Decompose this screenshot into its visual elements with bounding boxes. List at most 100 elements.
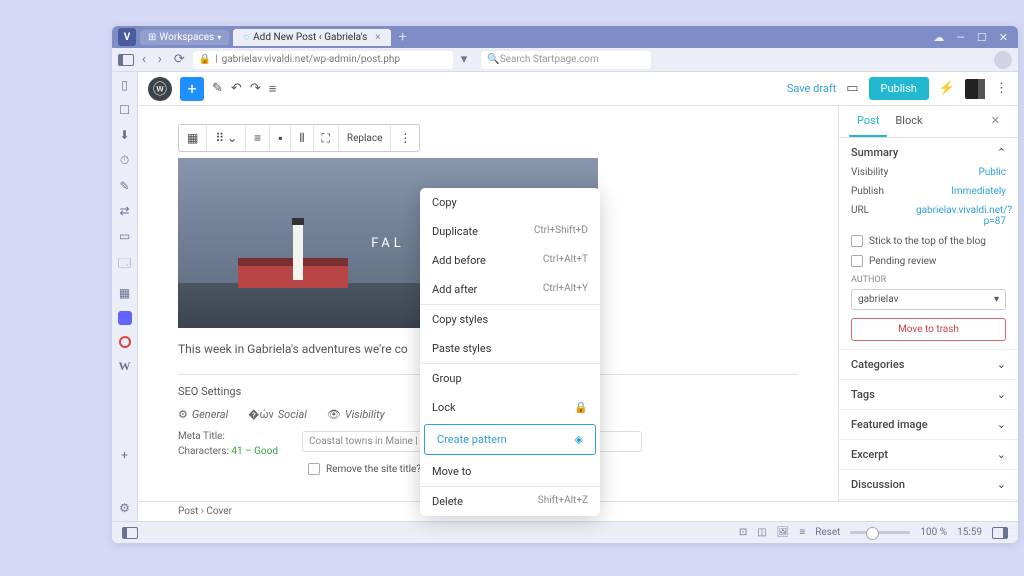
undo-icon[interactable]: ↶	[231, 81, 242, 96]
ctx-move-to[interactable]: Move to	[420, 457, 600, 486]
close-button[interactable]: ✕	[999, 31, 1008, 44]
translate-icon[interactable]: ⇄	[119, 204, 129, 218]
reading-list-icon[interactable]: ☐	[119, 103, 130, 117]
vivaldi-social-icon[interactable]	[119, 336, 131, 348]
ctx-duplicate[interactable]: DuplicateCtrl+Shift+D	[420, 217, 600, 246]
url-value[interactable]: gabrielav.vivaldi.net/?p=87	[916, 205, 1006, 227]
back-button[interactable]: ‹	[138, 52, 150, 67]
window-icon[interactable]: ▭	[119, 229, 130, 243]
ctx-copy[interactable]: Copy	[420, 188, 600, 217]
ctx-create-pattern[interactable]: Create pattern◈	[424, 424, 596, 455]
address-bar: ‹ › ⟳ 🔒|gabrielav.vivaldi.net/wp-admin/p…	[112, 48, 1018, 72]
ctx-add-after[interactable]: Add afterCtrl+Alt+Y	[420, 275, 600, 304]
history-icon[interactable]: ⏱	[120, 153, 129, 168]
seo-tab-social[interactable]: �ών Social	[248, 408, 307, 421]
discussion-section[interactable]: Discussion	[851, 478, 905, 491]
stick-checkbox[interactable]: Stick to the top of the blog	[869, 236, 986, 247]
mastodon-icon[interactable]	[118, 311, 132, 325]
summary-heading[interactable]: Summary	[851, 146, 898, 159]
align-icon[interactable]: ≡	[246, 125, 270, 151]
block-toolbar: ▦ ⠿ ⌄ ≡ ▪ ⫴ ⛶ Replace ⋮	[178, 124, 420, 152]
forward-button[interactable]: ›	[154, 52, 166, 67]
excerpt-section[interactable]: Excerpt	[851, 448, 888, 461]
ctx-group[interactable]: Group	[420, 363, 600, 393]
move-to-trash-button[interactable]: Move to trash	[851, 318, 1006, 341]
chevron-down-icon[interactable]: ⌄	[997, 388, 1006, 401]
publish-button[interactable]: Publish	[869, 77, 929, 100]
images-toggle-icon[interactable]: 🖼	[777, 527, 790, 538]
lock-icon: 🔒	[574, 401, 588, 414]
chevron-down-icon[interactable]: ⌄	[997, 448, 1006, 461]
visibility-value[interactable]: Public	[978, 167, 1006, 178]
jetpack-icon[interactable]: ⚡	[939, 81, 955, 96]
profile-avatar[interactable]	[994, 51, 1012, 69]
ctx-add-before[interactable]: Add beforeCtrl+Alt+T	[420, 246, 600, 275]
author-select[interactable]: gabrielav▾	[851, 289, 1006, 310]
edit-icon[interactable]: ✎	[212, 81, 223, 96]
outline-icon[interactable]: ≡	[269, 81, 277, 97]
zoom-slider[interactable]	[850, 531, 910, 534]
fullscreen-icon[interactable]: ⛶	[314, 125, 339, 151]
cloud-icon[interactable]: ☁	[933, 31, 944, 44]
categories-section[interactable]: Categories	[851, 358, 904, 371]
redo-icon[interactable]: ↷	[250, 81, 261, 96]
chevron-down-icon[interactable]: ⌄	[997, 478, 1006, 491]
close-sidebar-icon[interactable]: ✕	[983, 106, 1008, 137]
calendar-icon[interactable]: ▦	[119, 286, 130, 300]
downloads-icon[interactable]: ⬇	[119, 128, 129, 142]
publish-value[interactable]: Immediately	[951, 186, 1006, 197]
featured-image-section[interactable]: Featured image	[851, 418, 928, 431]
fullheight-icon[interactable]: ⫴	[291, 125, 313, 151]
minimize-button[interactable]: —	[956, 31, 965, 44]
reload-button[interactable]: ⟳	[170, 52, 189, 67]
options-icon[interactable]: ⋮	[995, 81, 1008, 96]
ctx-delete[interactable]: DeleteShift+Alt+Z	[420, 486, 600, 516]
breadcrumb-post[interactable]: Post	[178, 506, 198, 517]
ctx-lock[interactable]: Lock🔒	[420, 393, 600, 422]
pending-checkbox[interactable]: Pending review	[869, 256, 936, 267]
tab-post[interactable]: Post	[849, 106, 887, 137]
chevron-down-icon[interactable]: ⌄	[997, 358, 1006, 371]
drag-handle-icon[interactable]: ⠿ ⌄	[207, 125, 246, 151]
remove-site-title-checkbox[interactable]: Remove the site title? [?]	[326, 464, 434, 475]
new-tab-button[interactable]: +	[391, 29, 415, 45]
chevron-up-icon[interactable]: ⌃	[997, 146, 1006, 159]
browser-tab-active[interactable]: ◌Add New Post ‹ Gabriela's×	[233, 29, 390, 46]
settings-icon[interactable]: ⚙	[119, 501, 130, 515]
capture-icon[interactable]: ⊡	[739, 527, 747, 538]
tiling-icon[interactable]: ◫	[757, 527, 766, 538]
preview-icon[interactable]: ▭	[846, 81, 858, 96]
side-panel: ▯ ☐ ⬇ ⏱ ✎ ⇄ ▭ 🗔 ▦ W + ⚙	[112, 72, 138, 521]
tags-section[interactable]: Tags	[851, 388, 875, 401]
settings-sidebar-toggle[interactable]	[965, 79, 985, 99]
panel-toggle-left[interactable]	[118, 54, 134, 66]
add-panel-icon[interactable]: +	[121, 448, 128, 462]
zoom-reset[interactable]: Reset	[815, 527, 840, 538]
seo-tab-visibility[interactable]: 👁 Visibility	[327, 408, 385, 421]
ctx-copy-styles[interactable]: Copy styles	[420, 304, 600, 334]
more-options-icon[interactable]: ⋮	[391, 125, 419, 151]
wikipedia-icon[interactable]: W	[119, 359, 131, 374]
ctx-paste-styles[interactable]: Paste styles	[420, 334, 600, 363]
tab-block[interactable]: Block	[887, 106, 930, 137]
save-draft-button[interactable]: Save draft	[787, 82, 836, 95]
cover-title[interactable]: FAL	[371, 236, 405, 251]
vivaldi-logo[interactable]: V	[118, 28, 136, 46]
workspaces-button[interactable]: ⊞Workspaces▾	[140, 30, 229, 45]
maximize-button[interactable]: ☐	[977, 31, 987, 44]
replace-button[interactable]: Replace	[339, 125, 392, 151]
actions-icon[interactable]: ≡	[799, 527, 805, 538]
chevron-down-icon[interactable]: ⌄	[997, 418, 1006, 431]
block-type-icon[interactable]: ▦	[179, 125, 207, 151]
sessions-icon[interactable]: 🗔	[118, 254, 131, 275]
panel-toggle-icon[interactable]	[122, 527, 138, 539]
notes-icon[interactable]: ✎	[119, 179, 129, 193]
content-position-icon[interactable]: ▪	[270, 125, 291, 151]
breadcrumb-cover[interactable]: Cover	[206, 506, 232, 517]
search-field[interactable]: 🔍 Search Startpage.com	[481, 51, 651, 69]
url-field[interactable]: 🔒|gabrielav.vivaldi.net/wp-admin/post.ph…	[193, 51, 453, 69]
bookmarks-icon[interactable]: ▯	[121, 78, 128, 92]
wordpress-logo[interactable]: ⓦ	[148, 77, 172, 101]
seo-tab-general[interactable]: ⚙ General	[178, 408, 228, 421]
add-block-button[interactable]: +	[180, 77, 204, 101]
